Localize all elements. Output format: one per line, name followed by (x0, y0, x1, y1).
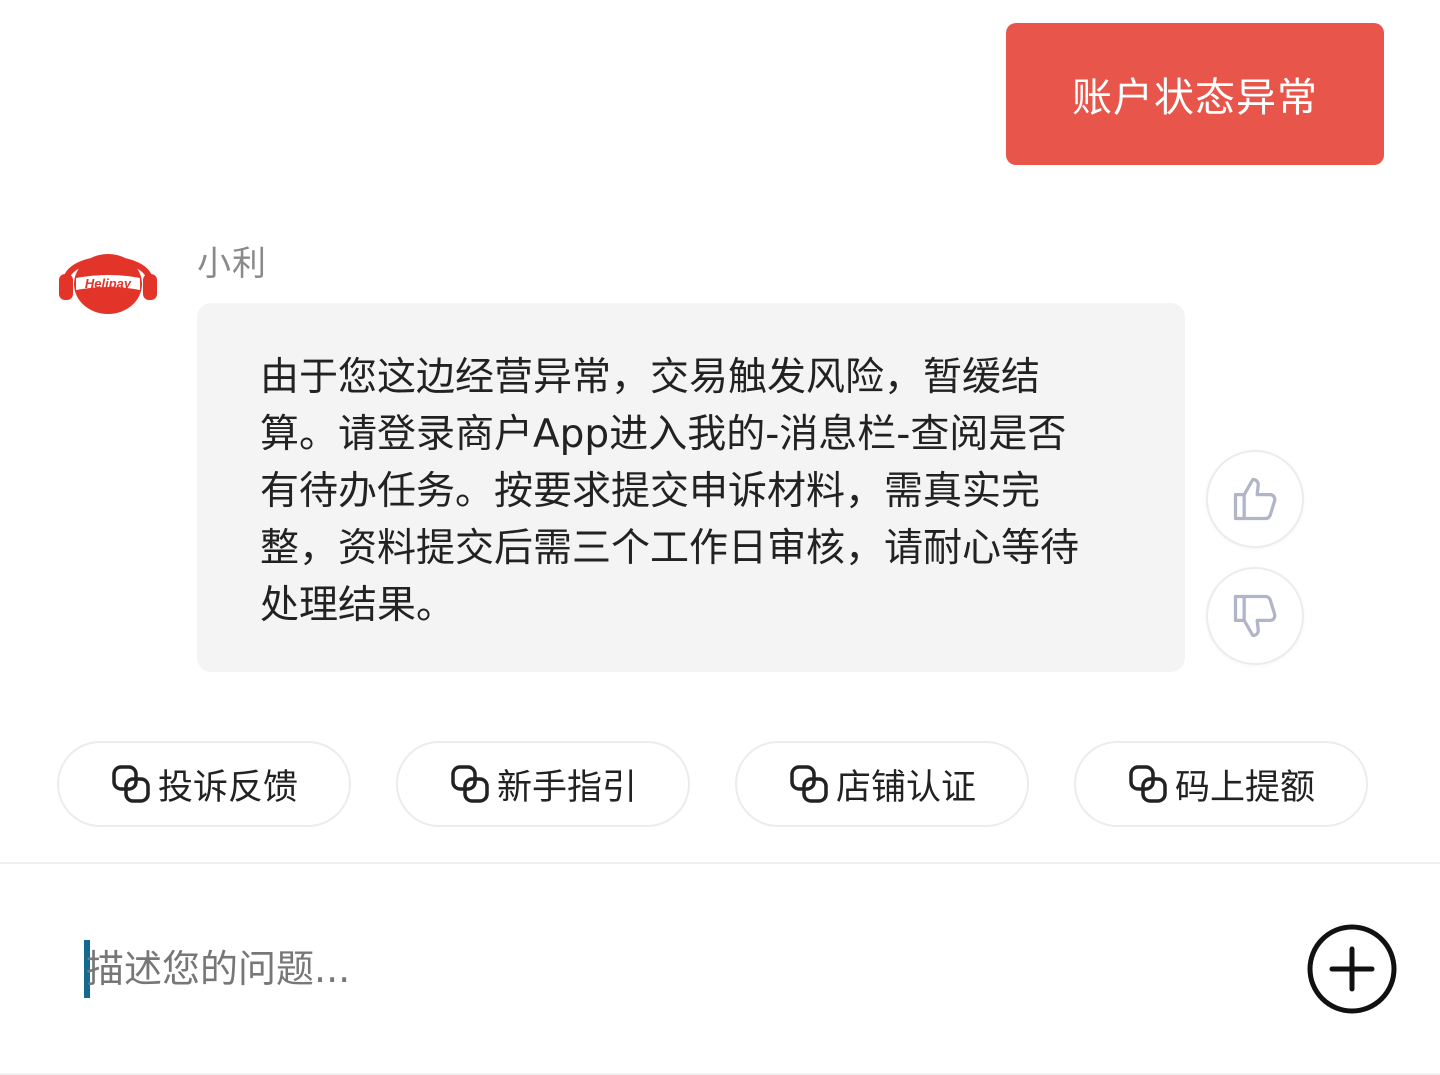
quick-action-store-verify[interactable]: 店铺认证 (735, 741, 1029, 827)
quick-actions: 投诉反馈 新手指引 店铺认证 码上提额 (0, 741, 1440, 829)
bot-message-text: 由于您这边经营异常，交易触发风险，暂缓结算。请登录商户App进入我的-消息栏-查… (260, 355, 1080, 628)
link-icon (110, 763, 152, 805)
bot-avatar: Helipay (56, 238, 160, 318)
svg-text:Helipay: Helipay (85, 276, 132, 291)
thumbs-down-icon (1233, 594, 1277, 638)
like-button[interactable] (1206, 450, 1304, 548)
link-icon (788, 763, 830, 805)
quick-action-label: 投诉反馈 (157, 767, 298, 808)
bot-name: 小利 (197, 244, 267, 284)
link-icon (449, 763, 491, 805)
message-input[interactable] (86, 936, 1186, 1002)
dislike-button[interactable] (1206, 567, 1304, 665)
quick-action-label: 店铺认证 (835, 767, 976, 808)
bot-message-bubble: 由于您这边经营异常，交易触发风险，暂缓结算。请登录商户App进入我的-消息栏-查… (197, 303, 1185, 672)
thumbs-up-icon (1233, 477, 1277, 521)
helipay-logo-icon: Helipay (59, 254, 157, 314)
plus-circle-icon (1307, 924, 1397, 1014)
quick-action-label: 新手指引 (496, 767, 637, 808)
link-icon (1127, 763, 1169, 805)
user-message-bubble: 账户状态异常 (1006, 23, 1384, 165)
quick-action-complaint[interactable]: 投诉反馈 (57, 741, 351, 827)
input-bar (0, 864, 1440, 1075)
quick-action-label: 码上提额 (1174, 767, 1315, 808)
quick-action-guide[interactable]: 新手指引 (396, 741, 690, 827)
add-button[interactable] (1306, 923, 1398, 1015)
user-message-text: 账户状态异常 (1072, 75, 1318, 121)
quick-action-limit-increase[interactable]: 码上提额 (1074, 741, 1368, 827)
